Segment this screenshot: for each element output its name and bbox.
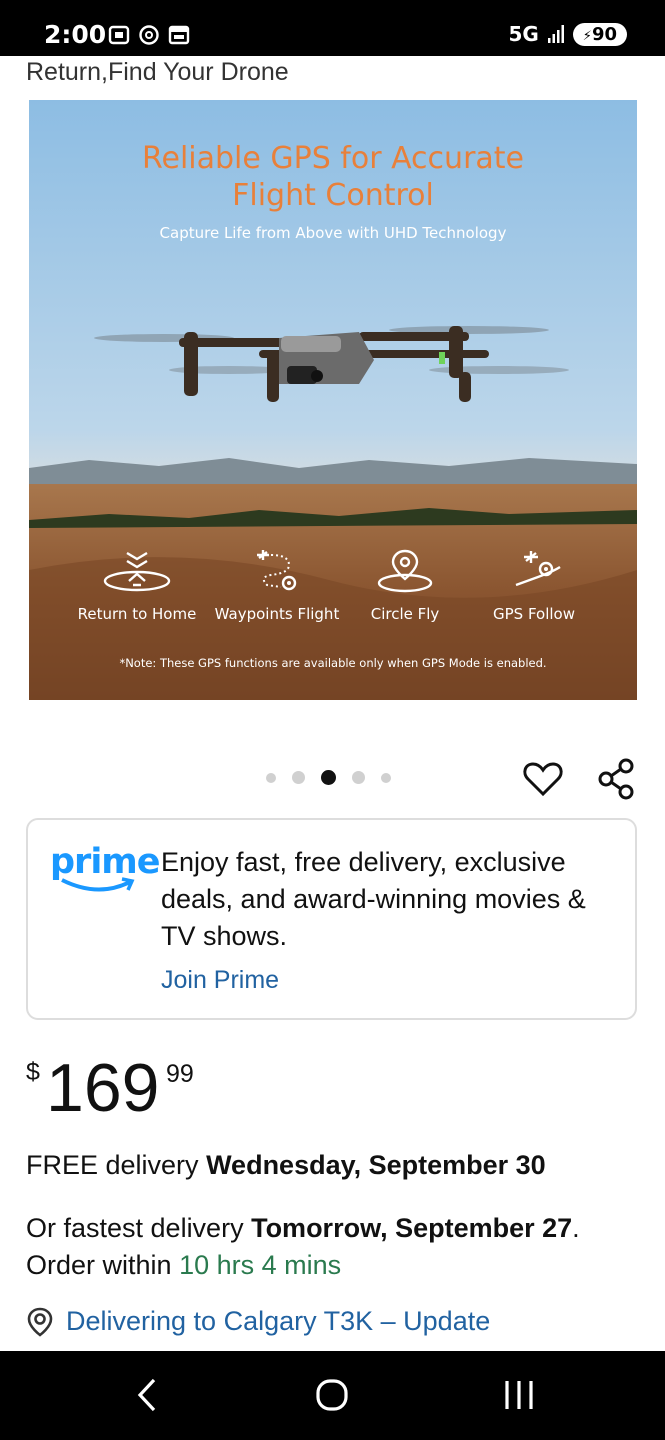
carousel-indicator[interactable] (266, 770, 391, 785)
wishlist-heart-icon[interactable] (522, 758, 564, 800)
fastest-delivery-date: Tomorrow, September 27 (251, 1213, 573, 1243)
gps-follow-icon (515, 551, 561, 587)
carousel-dot-active[interactable] (321, 770, 336, 785)
feature-label: Return to Home (77, 605, 197, 623)
feature-circle-fly: Circle Fly (335, 547, 475, 623)
status-bar: 2:00 5G ⚡90 (0, 0, 665, 56)
carousel-dot[interactable] (352, 771, 365, 784)
calendar-icon (168, 25, 190, 45)
system-navigation-bar (0, 1351, 665, 1440)
carousel-dot[interactable] (292, 771, 305, 784)
join-prime-link[interactable]: Join Prime (161, 966, 279, 995)
return-home-icon (103, 551, 171, 592)
price-whole: 169 (46, 1050, 160, 1126)
fastest-delivery-info: Or fastest delivery Tomorrow, September … (26, 1213, 580, 1280)
prime-description: Enjoy fast, free delivery, exclusive dea… (161, 847, 586, 951)
waypoints-icon (257, 550, 297, 591)
feature-label: GPS Follow (492, 605, 575, 623)
battery-indicator: ⚡90 (572, 22, 627, 46)
feature-label: Circle Fly (370, 605, 440, 623)
price-fraction: 99 (166, 1060, 194, 1088)
location-pin-icon (27, 1307, 53, 1337)
prime-logo: prime (50, 842, 161, 896)
gps-note: *Note: These GPS functions are available… (119, 656, 547, 670)
carousel-dot[interactable] (381, 772, 391, 783)
price-currency: $ (26, 1058, 40, 1086)
free-delivery-info: FREE delivery Wednesday, September 30 (26, 1150, 546, 1180)
status-time: 2:00 (44, 20, 107, 49)
feature-gps-follow: GPS Follow (464, 547, 604, 623)
hero-title: Reliable GPS for Accurate Flight Control (141, 141, 525, 213)
share-icon[interactable] (597, 758, 637, 800)
order-countdown: 10 hrs 4 mins (179, 1250, 342, 1280)
free-delivery-date: Wednesday, September 30 (206, 1150, 546, 1180)
hero-subtitle: Capture Life from Above with UHD Technol… (159, 224, 507, 242)
signal-icon (547, 25, 564, 43)
product-image[interactable]: Reliable GPS for Accurate Flight Control… (29, 100, 637, 700)
delivery-location-text[interactable]: Delivering to Calgary T3K – Update (66, 1306, 490, 1337)
prime-promo-card: prime Enjoy fast, free delivery, exclusi… (26, 818, 637, 1020)
back-icon[interactable] (130, 1375, 164, 1415)
status-notification-icons (108, 24, 190, 46)
circle-fly-icon (377, 549, 433, 593)
home-icon[interactable] (314, 1375, 352, 1415)
feature-label: Waypoints Flight (214, 605, 340, 623)
delivery-location-link[interactable]: Delivering to Calgary T3K – Update (26, 1306, 490, 1337)
product-title-fragment: Return,Find Your Drone (26, 58, 289, 86)
threads-icon (139, 25, 159, 45)
carousel-dot[interactable] (266, 772, 276, 783)
feature-waypoints: Waypoints Flight (207, 547, 347, 623)
recent-apps-icon[interactable] (500, 1375, 538, 1415)
screenshot-icon (108, 25, 130, 45)
feature-return-to-home: Return to Home (67, 547, 207, 623)
network-type: 5G (508, 22, 539, 46)
